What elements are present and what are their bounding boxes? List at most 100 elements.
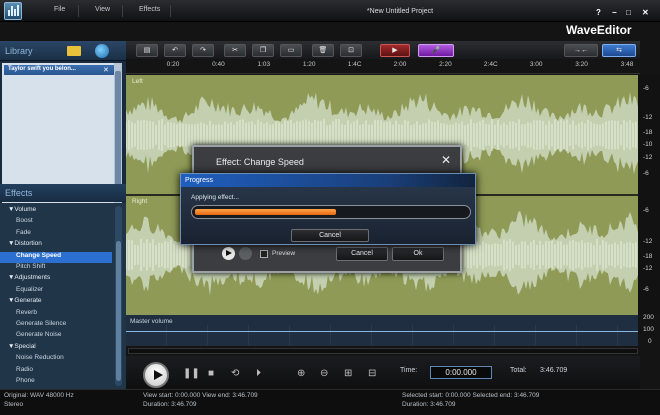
open-folder-icon[interactable] <box>67 46 81 56</box>
app-logo-icon <box>4 2 22 20</box>
progress-status-text: Applying effect... <box>191 194 239 201</box>
menu-file[interactable]: File <box>54 6 65 13</box>
zoom-fit-icon[interactable]: ⊟ <box>368 368 376 379</box>
status-channels: Stereo <box>4 401 24 408</box>
window-title: *New Untitled Project <box>366 8 434 15</box>
master-volume-track[interactable]: Master volume <box>126 315 638 346</box>
db-scale-label: -12 <box>643 238 653 245</box>
help-button[interactable]: ? <box>596 8 601 17</box>
master-volume-label: Master volume <box>130 318 173 325</box>
timeline-tick: 1:4C <box>347 61 362 68</box>
master-scale-100: 100 <box>643 326 654 333</box>
zoom-out-icon[interactable]: ⊖ <box>320 368 328 379</box>
effects-category[interactable]: ▼Volume <box>0 206 112 217</box>
db-scale-label: -6 <box>643 85 649 92</box>
db-scale-label: -6 <box>643 286 649 293</box>
redo-icon[interactable]: ↷ <box>192 44 214 57</box>
close-icon[interactable]: ✕ <box>441 153 451 167</box>
menu-effects[interactable]: Effects <box>139 6 160 13</box>
undo-icon[interactable]: ↶ <box>164 44 186 57</box>
effects-item[interactable]: Boost <box>0 217 112 228</box>
time-label: Time: <box>400 367 418 374</box>
effects-category[interactable]: ▼Distortion <box>0 240 112 251</box>
menu-view[interactable]: View <box>95 6 110 13</box>
effects-item[interactable]: Phone <box>0 377 112 388</box>
master-volume-envelope[interactable] <box>126 331 638 332</box>
effect-ok-button[interactable]: Ok <box>392 247 444 261</box>
preview-stop-icon[interactable] <box>239 247 252 260</box>
save-icon[interactable]: ▤ <box>136 44 158 57</box>
time-display[interactable]: 0:00.000 <box>430 366 492 379</box>
timeline-ruler[interactable]: 0:20 0:40 1:03 1:20 1:4C 2:00 2:20 2:4C 3:00 3:20… <box>126 59 640 74</box>
zoom-fit-horizontal-icon[interactable]: ⇆ <box>602 44 636 57</box>
status-selection-range: Selected start: 0:00.000 Selected end: 3… <box>402 392 540 399</box>
effects-item[interactable]: Fade <box>0 229 112 240</box>
effect-dialog-title: Effect: Change Speed <box>216 157 304 167</box>
pause-icon[interactable]: ❚❚ <box>183 368 200 379</box>
effects-category[interactable]: ▼Special <box>0 343 112 354</box>
db-scale-label: -12 <box>643 114 653 121</box>
stop-icon[interactable]: ■ <box>208 368 214 379</box>
effects-item[interactable]: Noise Reduction <box>0 354 112 365</box>
effects-item[interactable]: Radio <box>0 366 112 377</box>
progress-dialog: Progress Applying effect... Cancel <box>180 173 476 245</box>
progress-cancel-button[interactable]: Cancel <box>291 229 369 242</box>
master-scale-0: 0 <box>648 338 652 345</box>
title-bar: File View Effects *New Untitled Project … <box>0 0 660 22</box>
progress-header: Progress <box>181 174 475 187</box>
effects-item[interactable]: Reverb <box>0 309 112 320</box>
db-scale-label: -12 <box>643 154 653 161</box>
delete-icon[interactable]: 🗑 <box>312 44 334 57</box>
horizontal-scrollbar[interactable] <box>128 348 638 354</box>
effects-title: Effects <box>5 188 33 198</box>
progress-bar-fill <box>195 209 337 215</box>
library-item[interactable]: Taylor swift you belon... <box>4 65 114 75</box>
record-icon[interactable]: ▶ <box>380 44 410 57</box>
db-scale-label: -6 <box>643 207 649 214</box>
minimize-button[interactable]: − <box>612 8 617 17</box>
zoom-in-icon[interactable]: ⊕ <box>297 368 305 379</box>
timeline-tick: 2:4C <box>483 61 498 68</box>
db-scale: -6 -12 -18 -10 -12 -6 -6 -12 -18 -12 -6 <box>638 75 660 315</box>
db-scale-label: -10 <box>643 141 653 148</box>
cut-icon[interactable]: ✂ <box>224 44 246 57</box>
microphone-icon[interactable]: 🎤 <box>418 44 454 57</box>
effects-scroll-thumb[interactable] <box>116 241 121 381</box>
paste-icon[interactable]: ▭ <box>280 44 302 57</box>
preview-play-icon[interactable] <box>222 247 235 260</box>
maximize-button[interactable]: □ <box>626 8 631 17</box>
play-button[interactable] <box>143 362 169 388</box>
toolbar: ▤ ↶ ↷ ✂ ❐ ▭ 🗑 ⊡ ▶ 🎤 →← ⇆ <box>126 41 640 59</box>
copy-icon[interactable]: ❐ <box>252 44 274 57</box>
effects-category[interactable]: ▼Generate <box>0 297 112 308</box>
loop-icon[interactable]: ⟲ <box>231 368 239 379</box>
effect-cancel-button[interactable]: Cancel <box>336 247 388 261</box>
library-header: Library <box>0 41 126 61</box>
close-button[interactable]: ✕ <box>642 8 649 17</box>
trim-icon[interactable]: ⊡ <box>340 44 362 57</box>
total-value: 3:46.709 <box>540 367 568 374</box>
status-bar: Original: WAV 48000 Hz Stereo View start… <box>0 389 660 415</box>
effects-item[interactable]: Generate Silence <box>0 320 112 331</box>
play-selection-icon[interactable]: ⏵ <box>256 368 261 379</box>
zoom-out-horizontal-icon[interactable]: →← <box>564 44 598 57</box>
effects-item[interactable]: Pitch Shift <box>0 263 112 274</box>
channel-label-left: Left <box>132 78 143 85</box>
effects-item[interactable]: Change Speed <box>0 251 112 263</box>
timeline-tick: 0:40 <box>212 61 225 68</box>
total-label: Total: <box>510 367 527 374</box>
progress-bar <box>191 205 471 219</box>
effects-item[interactable]: Equalizer <box>0 286 112 297</box>
close-icon[interactable]: ✕ <box>103 66 109 74</box>
library-scroll-thumb[interactable] <box>115 71 121 201</box>
timeline-tick: 3:20 <box>575 61 588 68</box>
master-scale-200: 200 <box>643 314 654 321</box>
preview-checkbox[interactable] <box>260 250 268 258</box>
zoom-selection-icon[interactable]: ⊞ <box>344 368 352 379</box>
globe-icon[interactable] <box>95 44 109 58</box>
effects-category[interactable]: ▼Adjustments <box>0 274 112 285</box>
db-scale-label: -18 <box>643 129 653 136</box>
preview-label: Preview <box>272 250 296 257</box>
status-format: Original: WAV 48000 Hz <box>4 392 74 399</box>
effects-item[interactable]: Generate Noise <box>0 331 112 342</box>
